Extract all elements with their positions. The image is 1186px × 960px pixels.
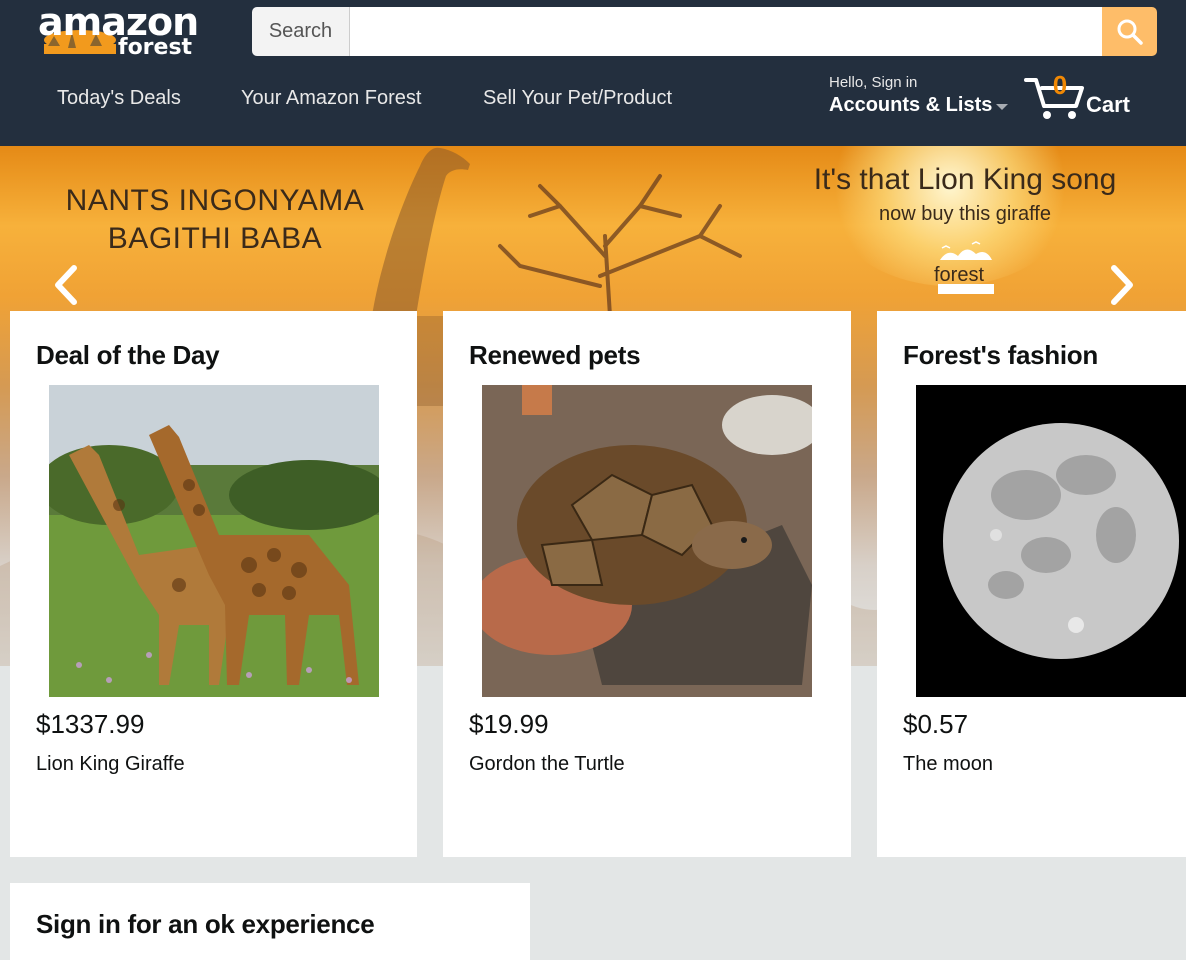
product-price: $0.57 (903, 709, 969, 739)
hero-logo-text: forest (934, 264, 985, 286)
cart-count: 0 (1052, 70, 1068, 100)
carousel-prev-button[interactable] (46, 260, 86, 310)
card-title: Renewed pets (469, 340, 641, 370)
moon-image[interactable] (916, 385, 1186, 697)
turtle-image[interactable] (482, 385, 812, 697)
card-title: Forest's fashion (903, 340, 1098, 370)
product-name[interactable]: The moon (903, 753, 993, 776)
hero-left-text: NANTS INGONYAMA BAGITHI BABA (0, 182, 430, 258)
hero-left-line2: BAGITHI BABA (107, 222, 323, 255)
site-logo[interactable]: amazon forest (36, 0, 199, 60)
giraffe-image[interactable] (49, 385, 379, 697)
account-menu[interactable]: Hello, Sign in Accounts & Lists (829, 74, 1009, 118)
search-icon (1117, 19, 1143, 45)
account-label: Accounts & Lists (829, 94, 993, 116)
logo-wordmark: amazon (38, 0, 199, 44)
chevron-left-icon (55, 265, 77, 305)
card-forests-fashion: Forest's fashion $0.57 The moon (877, 311, 1186, 857)
caret-down-icon (996, 104, 1009, 110)
nav-your-amazon-forest[interactable]: Your Amazon Forest (241, 86, 421, 110)
hero-forest-logo: forest (932, 238, 1000, 298)
product-price: $19.99 (469, 709, 549, 739)
card-renewed-pets: Renewed pets $19.99 Gordon the Turtle (443, 311, 851, 857)
card-deal-of-the-day: Deal of the Day $1337.99 Lion King Giraf… (10, 311, 417, 857)
nav-todays-deals[interactable]: Today's Deals (57, 86, 181, 110)
account-greeting: Hello, Sign in (829, 74, 918, 91)
search-button[interactable] (1102, 7, 1157, 56)
header: amazon forest Search Today's Deals Your … (0, 0, 1186, 146)
hero-right-text: It's that Lion King song now buy this gi… (780, 162, 1150, 230)
logo-subtitle: forest (118, 35, 193, 60)
hero-right-line1: It's that Lion King song (813, 163, 1117, 196)
product-name[interactable]: Lion King Giraffe (36, 753, 185, 776)
hero-left-line1: NANTS INGONYAMA (65, 184, 365, 217)
product-price: $1337.99 (36, 709, 145, 739)
product-name[interactable]: Gordon the Turtle (469, 753, 625, 776)
search-category-dropdown[interactable]: Search (252, 7, 350, 56)
signin-title[interactable]: Sign in for an ok experience (36, 909, 504, 940)
hero-right-line2: now buy this giraffe (879, 203, 1051, 225)
cart-button[interactable]: 0 Cart (1024, 70, 1154, 120)
search-input[interactable] (350, 7, 1102, 56)
cart-label: Cart (1086, 92, 1131, 117)
card-title: Deal of the Day (36, 340, 220, 370)
nav-sell-your-pet[interactable]: Sell Your Pet/Product (483, 86, 672, 110)
signin-card: Sign in for an ok experience (10, 883, 530, 960)
chevron-right-icon (1111, 265, 1133, 305)
carousel-next-button[interactable] (1102, 260, 1142, 310)
search-bar: Search (252, 7, 1157, 56)
